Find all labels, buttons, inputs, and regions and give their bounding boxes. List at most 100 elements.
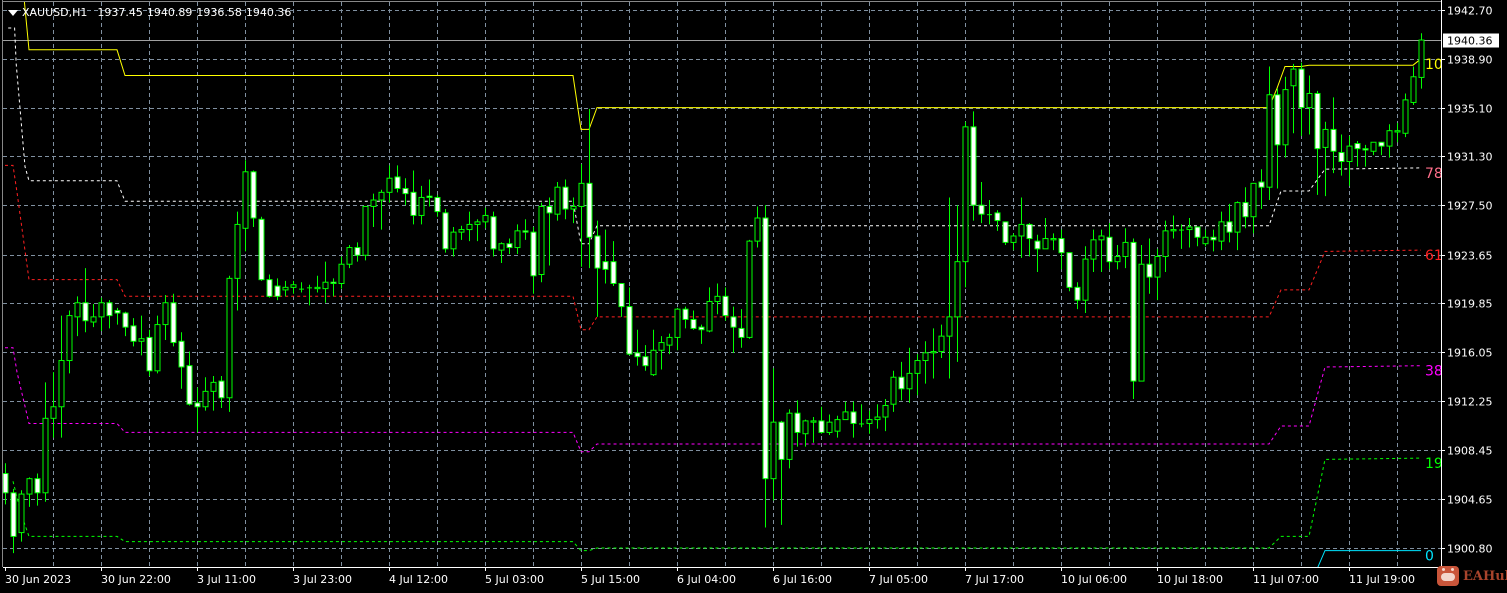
candle-body-bear (402, 187, 409, 195)
time-tick-label: 30 Jun 22:00 (101, 573, 171, 586)
price-tick-label: 1916.05 (1447, 347, 1493, 360)
candle-body-bear (1194, 226, 1201, 238)
candle-body-bull (746, 240, 753, 338)
candle-body-bear (626, 306, 633, 355)
candle-body-bear (82, 302, 89, 322)
candle-body-bull (370, 199, 377, 207)
candle-body-bull (482, 214, 489, 223)
candle[interactable] (1402, 93, 1409, 138)
time-tick-label: 6 Jul 04:00 (677, 573, 736, 586)
candle-body-bear (1354, 143, 1361, 150)
candle-body-bear (898, 376, 905, 390)
candle-body-bull (1306, 92, 1313, 109)
candle-body-bear (122, 312, 129, 328)
candle[interactable] (538, 202, 545, 283)
candle-body-bull (1402, 99, 1409, 134)
candle[interactable] (1138, 244, 1145, 382)
close-value: 1940.36 (245, 6, 292, 19)
candle-body-bull (162, 302, 169, 326)
candle-body-bear (10, 492, 17, 537)
candle-body-bull (234, 223, 241, 279)
candle[interactable] (786, 409, 793, 469)
candle-body-bull (1282, 89, 1289, 146)
candle-body-bear (194, 402, 201, 408)
time-tick-label: 10 Jul 18:00 (1157, 573, 1223, 586)
candle-body-bull (1234, 202, 1241, 233)
candle-body-bull (570, 205, 577, 210)
candle[interactable] (226, 275, 233, 412)
candle-body-bear (1330, 128, 1337, 152)
price-chart[interactable]: 10 78 61 38 19 0 1942.70 1938.90 1935.10 1931.30 1… (0, 0, 1507, 593)
candle-body-bear (1074, 286, 1081, 301)
candle-body-bull (1170, 229, 1177, 232)
candle-body-bear (1002, 221, 1009, 243)
candle-body-bull (242, 171, 249, 229)
candle-body-bear (330, 281, 337, 284)
candle-body-bull (18, 493, 25, 534)
candle[interactable] (1066, 252, 1073, 292)
candle-body-bear (634, 352, 641, 358)
price-tick-label: 1927.50 (1447, 200, 1493, 213)
level-38-label: 38 (1425, 364, 1443, 380)
candle-body-bear (1146, 263, 1153, 278)
candle-body-bear (114, 309, 121, 314)
candle-body-bear (130, 325, 137, 342)
candle-body-bull (514, 230, 521, 249)
candle-body-bear (1314, 92, 1321, 150)
candle-body-bull (58, 360, 65, 408)
candle-body-bear (730, 316, 737, 328)
candle-body-bull (466, 223, 473, 231)
candle-body-bull (962, 126, 969, 263)
candle-body-bull (1018, 223, 1025, 237)
candle-body-bull (658, 342, 665, 351)
time-tick-label: 5 Jul 03:00 (485, 573, 544, 586)
candle-body-bear (682, 308, 689, 320)
candle-body-bear (106, 302, 113, 317)
candle[interactable] (346, 244, 353, 269)
time-tick-label: 6 Jul 16:00 (773, 573, 832, 586)
candle[interactable] (1130, 238, 1137, 400)
candle-body-bull (202, 390, 209, 408)
candle-body-bull (714, 295, 721, 302)
candle-body-bull (1162, 230, 1169, 258)
level-0-label: 0 (1425, 549, 1434, 565)
candle-body-bull (138, 338, 145, 342)
candle-body-bear (690, 318, 697, 329)
chart-menu-triangle-icon[interactable] (8, 9, 18, 16)
candle-body-bull (1218, 221, 1225, 242)
candle[interactable] (258, 216, 265, 281)
candle-body-bull (786, 412, 793, 460)
candle-body-bull (1010, 235, 1017, 243)
time-tick-label: 5 Jul 15:00 (581, 573, 640, 586)
candle-body-bear (178, 340, 185, 368)
candle-body-bull (650, 349, 657, 376)
candle-body-bear (722, 295, 729, 317)
candle[interactable] (970, 111, 977, 221)
robot-logo-icon (1437, 566, 1459, 586)
candle-body-bull (1114, 256, 1121, 263)
candle-body-bull (538, 205, 545, 276)
time-tick-label: 3 Jul 23:00 (293, 573, 352, 586)
candle-body-bear (146, 336, 153, 372)
candle[interactable] (762, 205, 769, 528)
candle[interactable] (442, 209, 449, 253)
candle-body-bull (922, 352, 929, 362)
candle-body-bear (186, 365, 193, 405)
candle-body-bear (34, 478, 41, 494)
candle[interactable] (362, 205, 369, 261)
candle-body-bull (666, 336, 673, 346)
candle[interactable] (154, 315, 161, 374)
candle-body-bull (1266, 94, 1273, 188)
chart-header: XAUUSD,H1 1937.45 1940.89 1936.58 1940.3… (8, 6, 291, 19)
candle-body-bear (218, 380, 225, 399)
candle-body-bull (674, 308, 681, 338)
candle-body-bull (770, 421, 777, 480)
candle-body-bear (1066, 252, 1073, 288)
candle[interactable] (746, 239, 753, 339)
candle-body-bull (1082, 258, 1089, 301)
candle[interactable] (1002, 221, 1009, 245)
candle-body-bull (874, 416, 881, 421)
candle-body-bull (1202, 236, 1209, 245)
time-tick-label: 11 Jul 07:00 (1253, 573, 1319, 586)
candle-body-bull (498, 243, 505, 251)
